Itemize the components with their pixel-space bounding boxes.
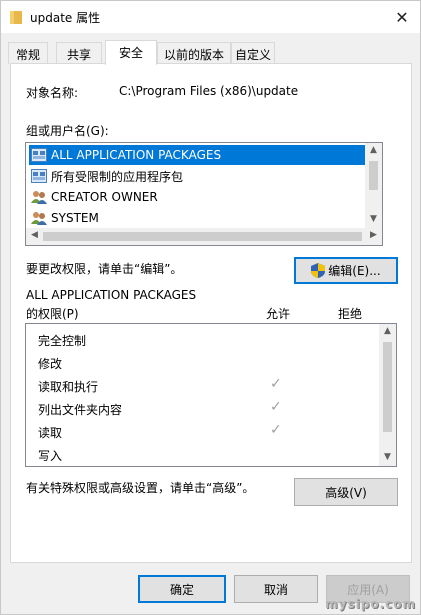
scroll-thumb[interactable] (383, 342, 392, 432)
uac-shield-icon (311, 263, 326, 278)
ok-button[interactable]: 确定 (138, 575, 226, 603)
window-title: update 属性 (30, 11, 101, 25)
close-button[interactable]: ✕ (384, 1, 420, 33)
user-name: ALL APPLICATION PACKAGES (51, 148, 222, 162)
edit-button-label: 编辑(E)... (328, 264, 381, 278)
scroll-down-icon[interactable]: ▼ (365, 214, 382, 224)
deny-column-header: 拒绝 (338, 307, 363, 321)
user-name: CREATOR OWNER (51, 190, 158, 204)
properties-dialog: update 属性 ✕ 常规 共享 安全 以前的版本 自定义 对象名称: C:\… (0, 0, 421, 615)
permission-name: 完全控制 (38, 334, 87, 348)
scroll-up-icon[interactable]: ▲ (379, 326, 396, 336)
tab-customize[interactable]: 自定义 (231, 42, 275, 64)
permission-name: 列出文件夹内容 (38, 403, 123, 417)
tab-sharing[interactable]: 共享 (56, 42, 102, 64)
users-listbox[interactable]: ALL APPLICATION PACKAGES 所有受限制的应用程序包 CRE… (25, 142, 383, 246)
permission-name: 读取和执行 (38, 380, 99, 394)
edit-button[interactable]: 编辑(E)... (294, 257, 398, 284)
allow-check-icon: ✓ (270, 399, 282, 415)
list-item[interactable]: 所有受限制的应用程序包 (29, 166, 378, 186)
list-item[interactable]: SYSTEM (29, 208, 378, 228)
advanced-button[interactable]: 高级(V) (294, 478, 398, 506)
app-packages-icon (31, 169, 47, 183)
change-permissions-hint: 要更改权限，请单击“编辑”。 (26, 262, 183, 276)
app-packages-icon (31, 148, 47, 162)
cancel-button[interactable]: 取消 (234, 575, 318, 603)
group-user-label: 组或用户名(G): (26, 124, 109, 138)
watermark: mysipo.com (325, 597, 416, 611)
permission-name: 修改 (38, 357, 63, 371)
allow-check-icon: ✓ (270, 422, 282, 438)
user-name: SYSTEM (51, 211, 99, 225)
security-panel: 对象名称: C:\Program Files (x86)\update 组或用户… (10, 63, 412, 563)
list-item[interactable]: ALL APPLICATION PACKAGES (29, 145, 378, 165)
allow-column-header: 允许 (266, 307, 291, 321)
scroll-right-icon[interactable]: ▶ (365, 230, 382, 240)
permissions-vertical-scrollbar[interactable]: ▲ ▼ (379, 324, 396, 466)
allow-check-icon: ✓ (270, 376, 282, 392)
title-bar: update 属性 ✕ (1, 1, 420, 33)
scroll-up-icon[interactable]: ▲ (365, 145, 382, 155)
object-name-label: 对象名称: (26, 86, 79, 100)
scroll-down-icon[interactable]: ▼ (379, 452, 396, 462)
special-permissions-hint: 有关特殊权限或高级设置，请单击“高级”。 (26, 481, 255, 495)
list-item[interactable]: CREATOR OWNER (29, 187, 378, 207)
permissions-list: 完全控制 修改 读取和执行 ✓ 列出文件夹内容 ✓ 读取 ✓ 写入 ▲ ▼ (25, 323, 397, 467)
users-horizontal-scrollbar[interactable]: ◀ ▶ (26, 228, 382, 245)
tab-previous-versions[interactable]: 以前的版本 (157, 42, 231, 64)
permissions-for-principal: ALL APPLICATION PACKAGES (26, 288, 197, 302)
folder-icon (10, 11, 22, 24)
object-name-value: C:\Program Files (x86)\update (119, 84, 299, 98)
scroll-thumb[interactable] (369, 161, 378, 190)
users-vertical-scrollbar[interactable]: ▲ ▼ (365, 143, 382, 228)
tab-security[interactable]: 安全 (105, 40, 157, 65)
users-group-icon (31, 212, 47, 225)
scroll-left-icon[interactable]: ◀ (26, 230, 43, 240)
permission-name: 写入 (38, 449, 63, 463)
permissions-for-label: 的权限(P) (26, 307, 79, 321)
permission-name: 读取 (38, 426, 63, 440)
user-name: 所有受限制的应用程序包 (51, 169, 184, 184)
scroll-thumb[interactable] (43, 232, 362, 241)
users-group-icon (31, 191, 47, 204)
tab-general[interactable]: 常规 (8, 42, 48, 64)
